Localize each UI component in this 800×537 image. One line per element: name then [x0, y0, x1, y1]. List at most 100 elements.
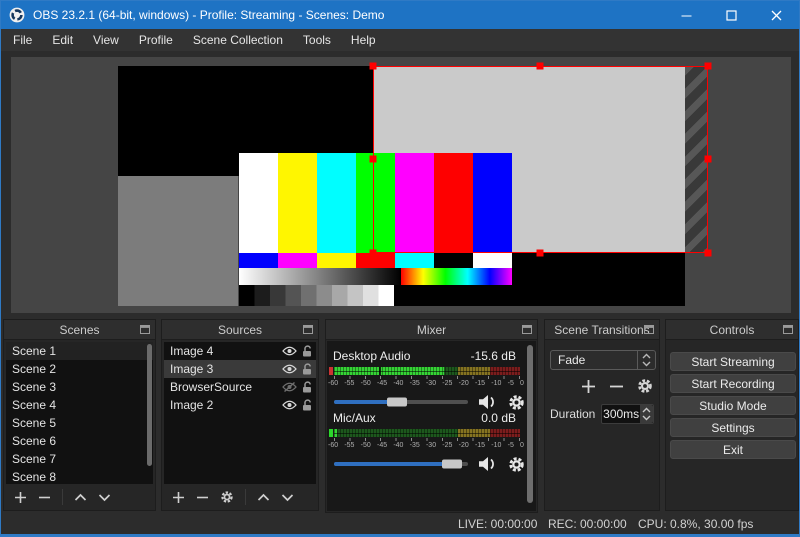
menu-scene-collection[interactable]: Scene Collection	[183, 29, 293, 51]
source-up-button[interactable]	[257, 493, 270, 502]
volume-slider[interactable]	[334, 400, 468, 404]
selection-handle-bottom-right[interactable]	[705, 250, 712, 257]
visibility-eye-icon[interactable]	[280, 400, 298, 410]
meter-ticks	[334, 438, 520, 441]
source-list-item-selected[interactable]: Image 3	[164, 360, 316, 378]
minimize-button[interactable]	[664, 1, 709, 29]
selection-handle-top-left[interactable]	[370, 63, 377, 70]
status-bar: LIVE: 00:00:00 REC: 00:00:00 CPU: 0.8%, …	[1, 513, 799, 536]
window-bottom-border	[1, 534, 799, 536]
scene-list-item[interactable]: Scene 8	[6, 468, 153, 484]
selection-handle-mid-left[interactable]	[370, 156, 377, 163]
transition-select[interactable]: Fade	[550, 350, 656, 370]
volume-slider-handle[interactable]	[387, 398, 407, 407]
duration-spinbox[interactable]: 300ms	[601, 404, 654, 424]
dock-icon[interactable]	[783, 325, 793, 334]
lock-open-icon[interactable]	[298, 345, 316, 357]
menu-help[interactable]: Help	[341, 29, 386, 51]
mixer-gear-icon[interactable]	[508, 394, 525, 411]
maximize-button[interactable]	[709, 1, 754, 29]
scenes-panel-title: Scenes	[59, 323, 99, 337]
transitions-panel-header[interactable]: Scene Transitions	[545, 320, 659, 340]
meter-scale: -60-55-50-45-40-35-30-25-20-15-10-50	[328, 380, 524, 387]
scene-list-item[interactable]: Scene 5	[6, 414, 153, 432]
menu-edit[interactable]: Edit	[42, 29, 83, 51]
source-list-item[interactable]: Image 4	[164, 342, 316, 360]
controls-panel-header[interactable]: Controls	[666, 320, 798, 340]
settings-button[interactable]: Settings	[670, 418, 796, 437]
studio-mode-button[interactable]: Studio Mode	[670, 396, 796, 415]
source-down-button[interactable]	[281, 493, 294, 502]
dock-icon[interactable]	[303, 325, 313, 334]
selection-handle-bottom-center[interactable]	[537, 250, 544, 257]
dock-icon[interactable]	[522, 325, 532, 334]
mixer-panel-header[interactable]: Mixer	[326, 320, 537, 340]
rainbow-gradient	[401, 268, 512, 285]
source-list-item[interactable]: Image 2	[164, 396, 316, 414]
rec-time: REC: 00:00:00	[548, 517, 627, 531]
speaker-icon[interactable]	[477, 456, 499, 472]
visibility-eye-hidden-icon[interactable]	[280, 382, 298, 392]
menu-file[interactable]: File	[3, 29, 42, 51]
selection-handle-top-right[interactable]	[705, 63, 712, 70]
selection-handle-top-center[interactable]	[537, 63, 544, 70]
dock-icon[interactable]	[644, 325, 654, 334]
scenes-panel-header[interactable]: Scenes	[4, 320, 155, 340]
menu-tools[interactable]: Tools	[293, 29, 341, 51]
source-selection-outline[interactable]	[373, 66, 708, 253]
lock-open-icon[interactable]	[298, 363, 316, 375]
remove-transition-button[interactable]	[609, 379, 624, 394]
exit-button[interactable]: Exit	[670, 440, 796, 459]
selection-handle-mid-right[interactable]	[705, 156, 712, 163]
scene-list-item[interactable]: Scene 1	[6, 342, 153, 360]
transitions-panel-title: Scene Transitions	[554, 323, 649, 337]
meter-ticks	[334, 376, 520, 379]
transition-properties-gear-icon[interactable]	[637, 378, 653, 394]
speaker-icon[interactable]	[477, 394, 499, 410]
scene-list-item[interactable]: Scene 4	[6, 396, 153, 414]
scene-list-item[interactable]: Scene 3	[6, 378, 153, 396]
remove-scene-button[interactable]	[38, 491, 51, 504]
scene-list-item[interactable]: Scene 2	[6, 360, 153, 378]
sources-toolbar	[164, 486, 316, 508]
selection-handle-bottom-left[interactable]	[370, 250, 377, 257]
visibility-eye-icon[interactable]	[280, 346, 298, 356]
scene-down-button[interactable]	[98, 493, 111, 502]
add-transition-button[interactable]	[581, 379, 596, 394]
combo-spinner[interactable]	[637, 351, 655, 369]
mixer-scrollbar[interactable]	[527, 345, 533, 503]
scene-list-item[interactable]: Scene 7	[6, 450, 153, 468]
volume-slider-handle[interactable]	[442, 460, 462, 469]
start-streaming-button[interactable]: Start Streaming	[670, 352, 796, 371]
start-recording-button[interactable]: Start Recording	[670, 374, 796, 393]
sources-list[interactable]: Image 4 Image 3 BrowserSource	[164, 342, 316, 484]
scenes-list[interactable]: Scene 1 Scene 2 Scene 3 Scene 4 Scene 5 …	[6, 342, 153, 484]
scene-up-button[interactable]	[74, 493, 87, 502]
bar-cyan	[317, 153, 356, 253]
scenes-scrollbar[interactable]	[147, 344, 152, 466]
add-source-button[interactable]	[172, 491, 185, 504]
source-list-item[interactable]: BrowserSource	[164, 378, 316, 396]
lock-open-icon[interactable]	[298, 381, 316, 393]
titlebar[interactable]: OBS 23.2.1 (64-bit, windows) - Profile: …	[1, 1, 799, 29]
sources-panel-header[interactable]: Sources	[162, 320, 318, 340]
volume-slider[interactable]	[334, 462, 468, 466]
dock-icon[interactable]	[140, 325, 150, 334]
source-properties-gear-icon[interactable]	[220, 490, 234, 504]
bar2-cyan	[395, 253, 434, 268]
menu-profile[interactable]: Profile	[129, 29, 183, 51]
bar-yellow	[278, 153, 317, 253]
duration-spinner[interactable]	[640, 405, 653, 423]
menu-view[interactable]: View	[83, 29, 129, 51]
visibility-eye-icon[interactable]	[280, 364, 298, 374]
add-scene-button[interactable]	[14, 491, 27, 504]
lock-open-icon[interactable]	[298, 399, 316, 411]
bar2-black	[434, 253, 473, 268]
transition-actions	[581, 378, 653, 394]
scene-list-item[interactable]: Scene 6	[6, 432, 153, 450]
remove-source-button[interactable]	[196, 491, 209, 504]
mixer-gear-icon[interactable]	[508, 456, 525, 473]
close-button[interactable]	[754, 1, 799, 29]
scene-source-gray-rect[interactable]	[118, 176, 238, 306]
preview-canvas[interactable]	[11, 57, 791, 313]
